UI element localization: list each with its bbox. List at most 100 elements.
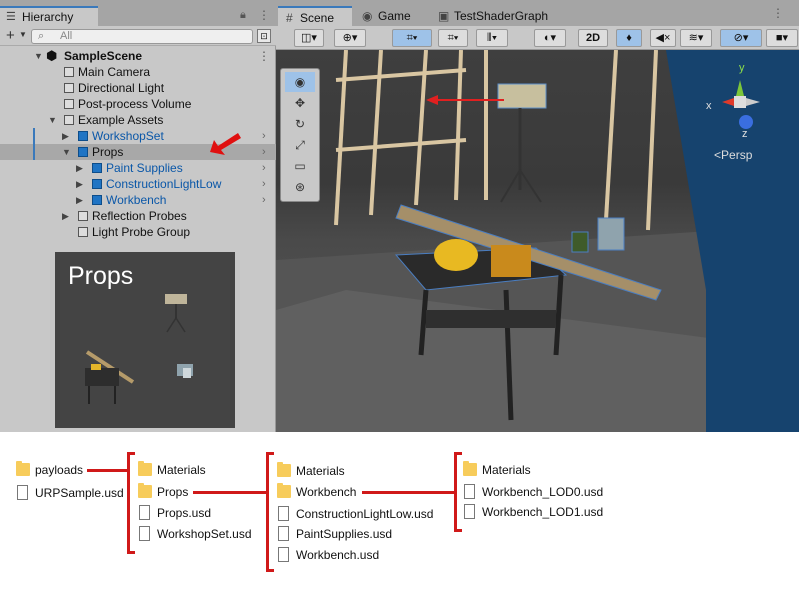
row-label: Props [92, 145, 124, 159]
search-placeholder: All [60, 30, 73, 42]
tab-scene[interactable]: # Scene [278, 6, 352, 26]
audio-button[interactable]: ⦀▾ [476, 29, 508, 47]
expand-triangle-icon[interactable]: ▼ [48, 112, 57, 128]
scene-toolbar: ◫▾ ⊕▾ ⌗▾ ⌗▾ ⦀▾ ◐▾ 2D ♦ ◀× ≋▾ ⊘▾ ■▾ [276, 26, 799, 50]
camera-button[interactable]: ■▾ [766, 29, 798, 47]
gameobject-icon [78, 211, 88, 221]
row-constructionlightlow[interactable]: ▶ ConstructionLightLow › [0, 176, 276, 192]
folder-icon [277, 483, 291, 498]
speaker-mute-icon: ◀× [655, 32, 671, 44]
chevron-right-icon[interactable]: › [262, 128, 266, 144]
view-tool-eye-icon[interactable]: ◉ [285, 72, 315, 92]
tab-hierarchy-label: Hierarchy [22, 10, 74, 24]
prefab-icon [92, 179, 102, 189]
row-light-probe-group[interactable]: Light Probe Group [0, 224, 276, 240]
gameobject-icon [64, 99, 74, 109]
2d-toggle-button[interactable]: 2D [578, 29, 608, 47]
rect-tool-icon[interactable]: ▭ [285, 156, 315, 176]
collapse-triangle-icon[interactable]: ▶ [76, 176, 83, 192]
row-example-assets[interactable]: ▼ Example Assets [0, 112, 276, 128]
shading-mode-button[interactable]: ◐▾ [534, 29, 566, 47]
draw-mode-icon: ◫▾ [301, 32, 317, 44]
collapse-triangle-icon[interactable]: ▶ [76, 160, 83, 176]
prefab-icon [92, 163, 102, 173]
chevron-right-icon[interactable]: › [262, 144, 266, 160]
row-label: Paint Supplies [106, 161, 183, 175]
collapse-triangle-icon[interactable]: ▶ [76, 192, 83, 208]
draw-mode-button[interactable]: ◫▾ [294, 29, 324, 47]
item-label: Workbench_LOD0.usd [482, 485, 604, 499]
row-label: Directional Light [78, 81, 165, 95]
scene-viewport[interactable]: y x z <Persp [276, 50, 799, 432]
row-main-camera[interactable]: Main Camera [0, 64, 276, 80]
search-filter-icon[interactable]: ⊡ [257, 29, 271, 43]
row-directional-light[interactable]: Directional Light [0, 80, 276, 96]
chevron-right-icon[interactable]: › [262, 176, 266, 192]
chevron-right-icon[interactable]: › [262, 192, 266, 208]
snap-grid-button[interactable]: ⌗▾ [392, 29, 432, 47]
item-label: Materials [482, 463, 531, 477]
search-input[interactable]: ⌕ All [31, 29, 253, 44]
lock-icon[interactable]: 🔒︎ [240, 9, 246, 22]
more-options-icon[interactable]: ⋮ [258, 48, 270, 64]
expand-triangle-icon[interactable]: ▼ [34, 48, 43, 64]
transform-tool-icon[interactable]: ⊛ [285, 177, 315, 197]
tab-hierarchy[interactable]: ☰ Hierarchy [0, 6, 98, 26]
move-tool-icon[interactable]: ✥ [285, 93, 315, 113]
file-icon [464, 484, 475, 499]
item-label: PaintSupplies.usd [296, 527, 393, 541]
layers-icon: ≋▾ [688, 32, 704, 44]
row-post-process-volume[interactable]: Post-process Volume [0, 96, 276, 112]
prefab-preview: Props [55, 252, 235, 428]
file-icon [17, 485, 28, 500]
menu-lines-icon: ☰ [6, 11, 16, 23]
add-plus-icon[interactable]: + [6, 27, 15, 44]
collapse-triangle-icon[interactable]: ▶ [62, 128, 69, 144]
lightbulb-icon: ♦ [626, 32, 632, 44]
more-options-icon[interactable]: ⋮ [772, 6, 784, 20]
gameobject-icon [64, 83, 74, 93]
row-workbench[interactable]: ▶ Workbench › [0, 192, 276, 208]
more-options-icon[interactable]: ⋮ [258, 8, 270, 22]
folder-icon [138, 483, 152, 498]
chevron-right-icon[interactable]: › [262, 160, 266, 176]
override-marker [33, 128, 35, 144]
increment-snap-button[interactable]: ⌗▾ [438, 29, 468, 47]
tab-game[interactable]: ◉ Game [360, 6, 430, 26]
row-samplescene[interactable]: ▼ ⬢ SampleScene ⋮ [0, 48, 276, 64]
global-local-button[interactable]: ⊕▾ [334, 29, 366, 47]
row-label: WorkshopSet [92, 129, 164, 143]
row-reflection-probes[interactable]: ▶ Reflection Probes [0, 208, 276, 224]
scale-tool-icon[interactable]: ⤢ [285, 135, 315, 155]
rotate-tool-icon[interactable]: ↻ [285, 114, 315, 134]
item-label: Materials [157, 463, 206, 477]
row-paint-supplies[interactable]: ▶ Paint Supplies › [0, 160, 276, 176]
row-label: Post-process Volume [78, 97, 192, 111]
effects-button[interactable]: ≋▾ [680, 29, 712, 47]
item-label: URPSample.usd [35, 486, 124, 500]
usd-file-tree: payloads URPSample.usd Materials Props P… [0, 432, 799, 592]
collapse-triangle-icon[interactable]: ▶ [62, 208, 69, 224]
chevron-down-icon[interactable]: ▼ [19, 30, 27, 39]
lighting-toggle-button[interactable]: ♦ [616, 29, 642, 47]
item-label: Workbench.usd [296, 548, 380, 562]
scene-panel: # Scene ◉ Game ▣ TestShaderGraph ⋮ ◫▾ ⊕▾… [276, 0, 799, 432]
tab-scene-label: Scene [300, 11, 335, 25]
gameobject-icon [78, 227, 88, 237]
item-label: Workbench [296, 485, 357, 499]
globe-icon: ⊕▾ [342, 32, 358, 44]
override-marker [33, 144, 35, 160]
item-label: ConstructionLightLow.usd [296, 507, 434, 521]
red-arrow-annotation [210, 133, 241, 155]
row-label: Main Camera [78, 65, 151, 79]
tab-testshadergraph[interactable]: ▣ TestShaderGraph [436, 6, 566, 26]
visibility-button[interactable]: ⊘▾ [720, 29, 762, 47]
orientation-gizmo[interactable] [702, 60, 772, 140]
expand-triangle-icon[interactable]: ▼ [62, 144, 71, 160]
grid-icon: # [286, 11, 293, 25]
folder-icon [16, 461, 30, 476]
projection-toggle[interactable]: <Persp [714, 148, 752, 162]
graph-icon: ▣ [438, 9, 450, 23]
audio-mute-button[interactable]: ◀× [650, 29, 676, 47]
row-label: Reflection Probes [92, 209, 187, 223]
